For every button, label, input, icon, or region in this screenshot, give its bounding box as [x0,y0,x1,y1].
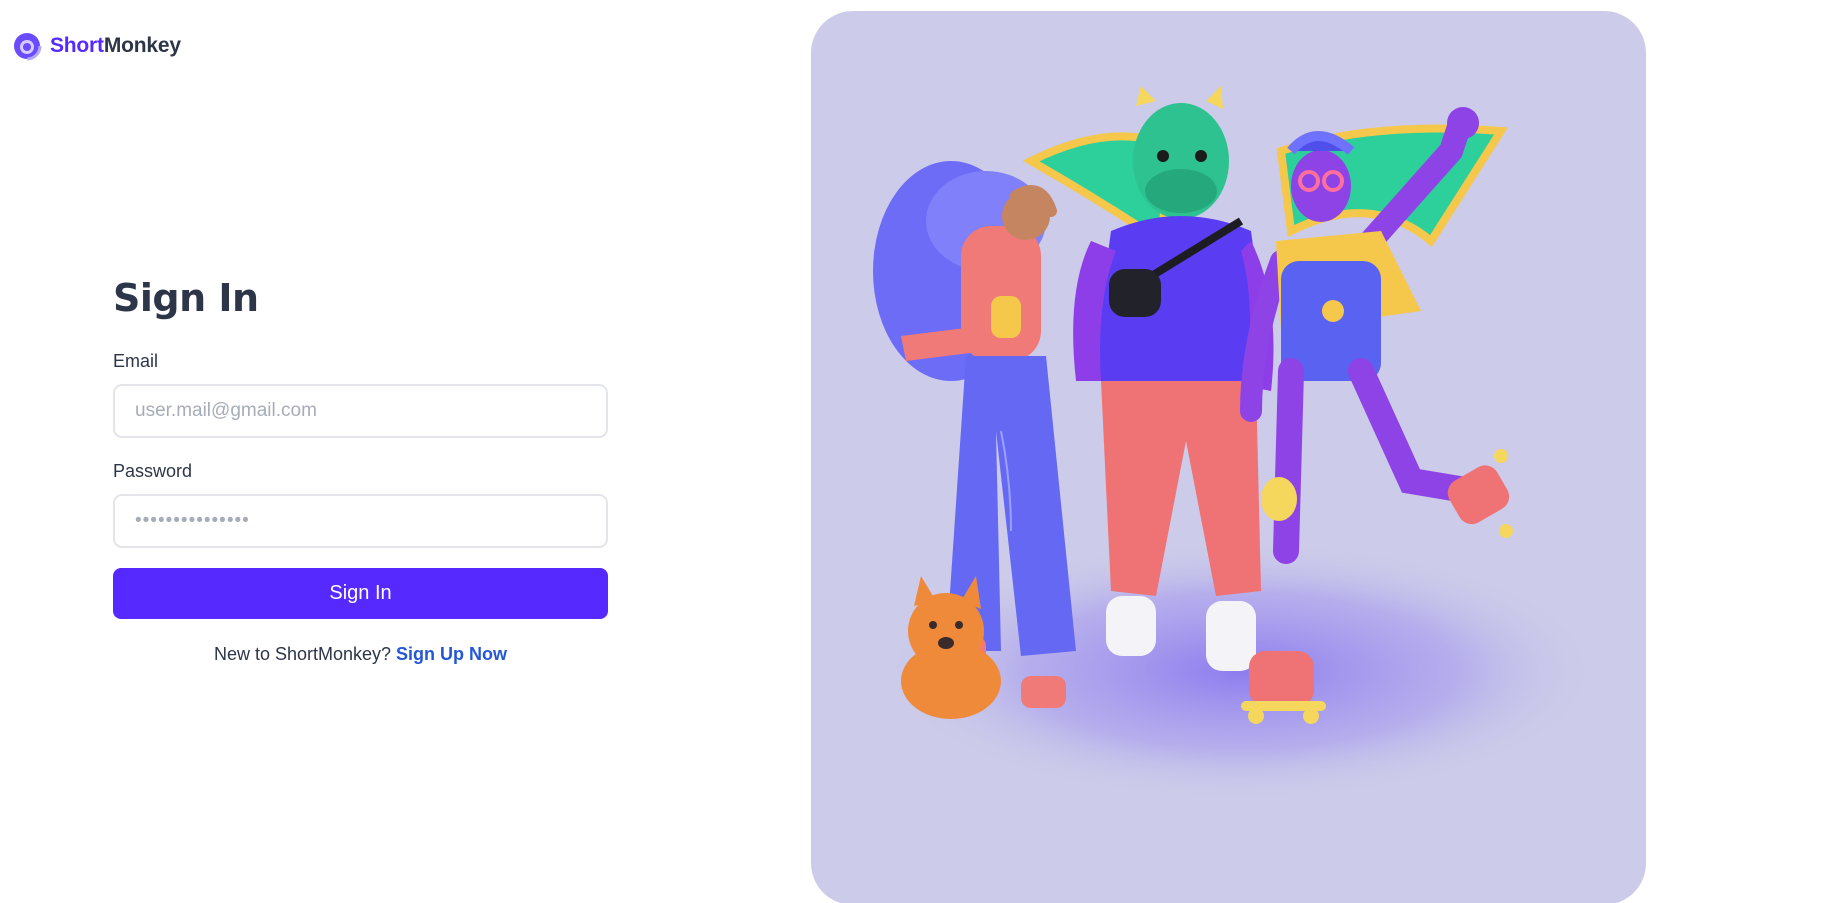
sign-in-button[interactable]: Sign In [113,568,608,619]
email-label: Email [113,351,159,371]
email-field[interactable] [113,384,608,438]
swirl-logo-icon [12,31,42,61]
brand-name-monkey: Monkey [103,34,181,57]
sign-up-link[interactable]: Sign Up Now [396,644,507,664]
password-field[interactable] [113,494,608,548]
sign-in-form: Sign In Email Password Sign In New to Sh… [113,272,608,665]
characters-illustration [873,86,1601,801]
signup-prompt-row: New to ShortMonkey? Sign Up Now [113,644,608,665]
page-title: Sign In [113,276,259,320]
sign-in-page: ShortMonkey Sign In Email Password Sign … [0,0,1822,903]
brand-name-short: Short [50,34,104,57]
password-label: Password [113,461,193,481]
brand-logo[interactable]: ShortMonkey [12,31,181,61]
hero-illustration-panel [811,11,1646,903]
signup-prompt-text: New to ShortMonkey? [213,644,392,664]
